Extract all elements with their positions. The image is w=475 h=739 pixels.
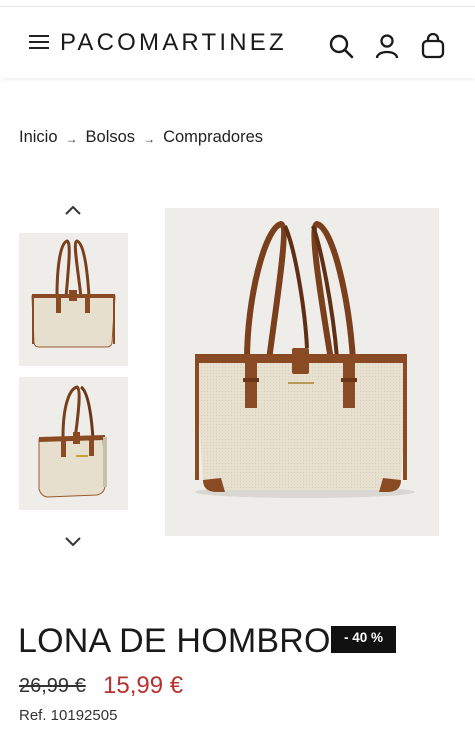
search-icon[interactable] <box>328 33 354 59</box>
menu-icon[interactable] <box>29 34 49 50</box>
chevron-down-icon[interactable] <box>64 536 82 548</box>
chevron-up-icon[interactable] <box>64 204 82 216</box>
breadcrumb-bolsos[interactable]: Bolsos <box>86 128 136 146</box>
breadcrumb-inicio[interactable]: Inicio <box>19 128 58 146</box>
thumbnail-side[interactable] <box>19 377 128 510</box>
product-main-image[interactable] <box>165 208 439 536</box>
breadcrumb-separator: → <box>143 132 156 146</box>
brand-logo[interactable]: PACOMARTINEZ <box>60 25 287 61</box>
thumbnail-front[interactable] <box>19 233 128 366</box>
product-title: LONA DE HOMBRO <box>18 622 331 660</box>
bag-front-image <box>31 239 116 348</box>
discount-badge: - 40 % <box>331 626 396 653</box>
breadcrumb-separator: → <box>65 132 78 146</box>
product-reference: Ref. 10192505 <box>19 707 118 724</box>
bag-side-image <box>38 385 107 498</box>
bag-icon[interactable] <box>420 33 446 59</box>
breadcrumb: Inicio → Bolsos → Compradores <box>19 128 263 147</box>
breadcrumb-compradores[interactable]: Compradores <box>163 128 263 146</box>
sale-price: 15,99 € <box>103 672 184 699</box>
site-header: PACOMARTINEZ <box>0 7 475 78</box>
bag-main-image <box>195 220 415 498</box>
original-price: 26,99 € <box>19 675 86 697</box>
user-icon[interactable] <box>374 33 400 59</box>
